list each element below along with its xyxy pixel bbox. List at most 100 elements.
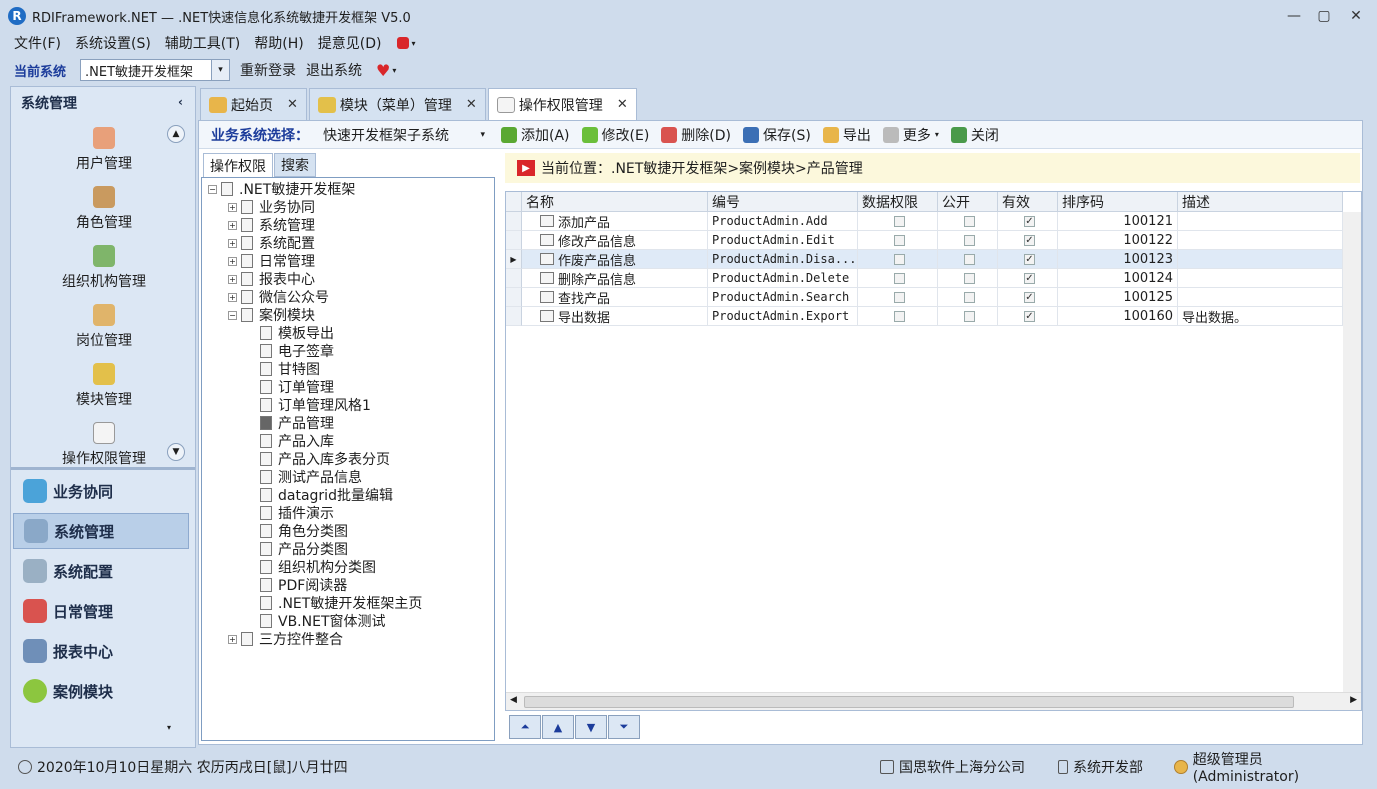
tree-node[interactable]: 插件演示 (260, 504, 334, 522)
column-header-public[interactable]: 公开 (938, 192, 998, 212)
minimize-button[interactable]: — (1280, 6, 1308, 26)
menu-system-settings[interactable]: 系统设置(S) (75, 33, 151, 53)
expand-toggle-icon[interactable]: + (228, 202, 237, 212)
table-cell-public[interactable] (938, 269, 998, 288)
nav-item-role-management[interactable]: 角色管理 (11, 186, 197, 232)
expand-toggle-icon[interactable]: + (228, 256, 237, 266)
tab-permission-management[interactable]: 操作权限管理 ✕ (487, 88, 637, 120)
expand-toggle-icon[interactable]: − (208, 184, 217, 194)
checkbox[interactable] (894, 310, 905, 322)
table-cell-data-perm[interactable] (858, 250, 938, 269)
table-cell-public[interactable] (938, 231, 998, 250)
nav-item-module-management[interactable]: 模块管理 (11, 363, 197, 409)
column-header-code[interactable]: 编号 (708, 192, 858, 212)
checkbox[interactable] (964, 215, 975, 227)
menu-file[interactable]: 文件(F) (14, 33, 61, 53)
table-cell-data-perm[interactable] (858, 288, 938, 307)
checkbox[interactable]: ✓ (1024, 272, 1035, 284)
subtab-search[interactable]: 搜索 (274, 153, 316, 177)
table-cell-valid[interactable]: ✓ (998, 269, 1058, 288)
chevron-down-icon[interactable]: ▾ (211, 60, 230, 80)
scroll-left-icon[interactable]: ◀ (510, 695, 517, 705)
current-system-select[interactable]: .NET敏捷开发框架 ▾ (80, 59, 231, 81)
tree-node[interactable]: + 业务协同 (228, 198, 315, 216)
checkbox[interactable] (894, 234, 905, 246)
vertical-scrollbar[interactable] (1343, 212, 1361, 692)
nav-item-org-management[interactable]: 组织机构管理 (11, 245, 197, 291)
checkbox[interactable] (964, 310, 975, 322)
tree-node[interactable]: VB.NET窗体测试 (260, 612, 386, 630)
table-cell-valid[interactable]: ✓ (998, 307, 1058, 326)
subtab-permission[interactable]: 操作权限 (203, 153, 273, 177)
edit-button[interactable]: 修改(E) (581, 125, 649, 145)
tree-node[interactable]: 产品管理 (260, 414, 334, 432)
menu-help[interactable]: 帮助(H) (254, 33, 303, 53)
logout-button[interactable]: 退出系统 (306, 60, 362, 80)
checkbox[interactable] (964, 253, 975, 265)
tree-node[interactable]: 产品分类图 (260, 540, 348, 558)
nav-group-daily[interactable]: 日常管理 (13, 593, 189, 629)
tree-node[interactable]: PDF阅读器 (260, 576, 347, 594)
tree-node[interactable]: − 案例模块 (228, 306, 315, 324)
column-header-name[interactable]: 名称 (522, 192, 708, 212)
scroll-right-icon[interactable]: ▶ (1350, 695, 1357, 705)
heart-icon[interactable]: ♥ (376, 61, 390, 80)
tree-node[interactable]: + 系统配置 (228, 234, 315, 252)
tree-node[interactable]: + 三方控件整合 (228, 630, 343, 648)
close-icon[interactable]: ✕ (617, 97, 628, 112)
save-button[interactable]: 保存(S) (743, 125, 811, 145)
checkbox[interactable] (894, 291, 905, 303)
column-header-sort[interactable]: 排序码 (1058, 192, 1178, 212)
tree-node[interactable]: + 系统管理 (228, 216, 315, 234)
table-cell-data-perm[interactable] (858, 231, 938, 250)
horizontal-scrollbar[interactable]: ◀ ▶ (506, 692, 1361, 710)
table-cell-data-perm[interactable] (858, 212, 938, 231)
move-up-button[interactable]: ▲ (542, 715, 574, 739)
close-icon[interactable]: ✕ (466, 97, 477, 112)
table-cell-data-perm[interactable] (858, 269, 938, 288)
table-cell-valid[interactable]: ✓ (998, 212, 1058, 231)
expand-toggle-icon[interactable]: + (228, 274, 237, 284)
expand-toggle-icon[interactable]: + (228, 238, 237, 248)
tree-node[interactable]: 测试产品信息 (260, 468, 362, 486)
column-header-data-perm[interactable]: 数据权限 (858, 192, 938, 212)
close-window-button[interactable]: ✕ (1342, 6, 1370, 26)
tree-node[interactable]: 订单管理风格1 (260, 396, 371, 414)
table-cell-data-perm[interactable] (858, 307, 938, 326)
nav-group-system-config[interactable]: 系统配置 (13, 553, 189, 589)
add-button[interactable]: 添加(A) (501, 125, 570, 145)
tree-node[interactable]: 产品入库 (260, 432, 334, 450)
splitter[interactable] (11, 467, 195, 470)
menu-feedback[interactable]: 提意见(D) (318, 33, 382, 53)
nav-group-reports[interactable]: 报表中心 (13, 633, 189, 669)
nav-group-cases[interactable]: 案例模块 (13, 673, 189, 709)
tree-node[interactable]: datagrid批量编辑 (260, 486, 393, 504)
table-cell-valid[interactable]: ✓ (998, 250, 1058, 269)
tree-node[interactable]: + 报表中心 (228, 270, 315, 288)
table-cell-valid[interactable]: ✓ (998, 288, 1058, 307)
table-cell-public[interactable] (938, 250, 998, 269)
checkbox[interactable]: ✓ (1024, 291, 1035, 303)
tree-node[interactable]: 产品入库多表分页 (260, 450, 390, 468)
checkbox[interactable] (964, 272, 975, 284)
close-icon[interactable]: ✕ (287, 97, 298, 112)
tree-node[interactable]: 电子签章 (260, 342, 334, 360)
tree-node-root[interactable]: − .NET敏捷开发框架 (208, 180, 355, 198)
row-indicator[interactable] (506, 231, 522, 250)
checkbox[interactable]: ✓ (1024, 234, 1035, 246)
checkbox[interactable]: ✓ (1024, 215, 1035, 227)
relogin-button[interactable]: 重新登录 (240, 60, 296, 80)
collapse-icon[interactable]: ‹ (178, 95, 183, 109)
tree-node[interactable]: 订单管理 (260, 378, 334, 396)
delete-button[interactable]: 删除(D) (661, 125, 731, 145)
column-header-valid[interactable]: 有效 (998, 192, 1058, 212)
row-indicator[interactable] (506, 288, 522, 307)
tab-home[interactable]: 起始页 ✕ (200, 88, 307, 120)
table-cell-valid[interactable]: ✓ (998, 231, 1058, 250)
checkbox[interactable] (894, 215, 905, 227)
expand-toggle-icon[interactable]: + (228, 220, 237, 230)
tree-node[interactable]: + 日常管理 (228, 252, 315, 270)
tree-node[interactable]: .NET敏捷开发框架主页 (260, 594, 422, 612)
table-cell-public[interactable] (938, 212, 998, 231)
table-cell-public[interactable] (938, 288, 998, 307)
